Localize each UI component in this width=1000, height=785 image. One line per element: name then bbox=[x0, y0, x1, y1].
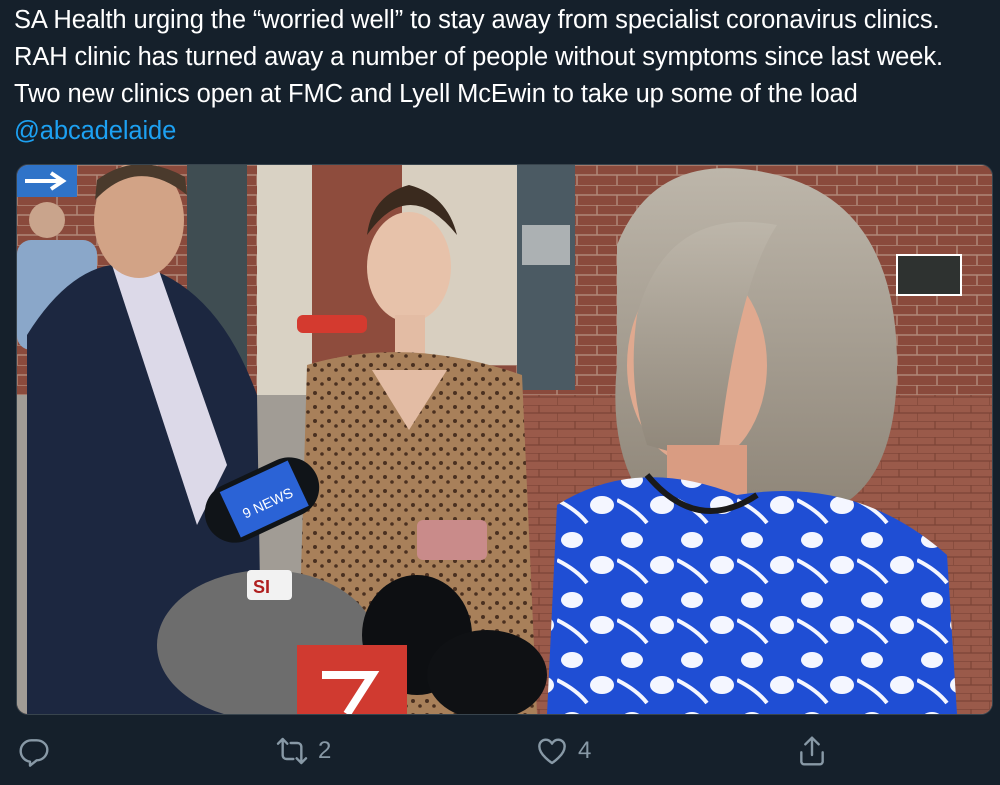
phone bbox=[417, 520, 487, 560]
reply-button[interactable] bbox=[18, 734, 50, 768]
pillar-left bbox=[257, 165, 312, 405]
like-count: 4 bbox=[578, 737, 592, 764]
like-button[interactable]: 4 bbox=[536, 734, 591, 768]
tweet-actions: 2 4 bbox=[0, 722, 1000, 782]
wall-sign bbox=[896, 254, 962, 296]
retweet-icon bbox=[276, 737, 308, 765]
tweet-body: SA Health urging the “worried well” to s… bbox=[14, 6, 943, 108]
woman-head bbox=[367, 212, 451, 322]
mic-sign: SI bbox=[253, 577, 270, 597]
reply-icon bbox=[19, 739, 49, 767]
press-conference-photo: 9 NEWS SI bbox=[17, 165, 992, 714]
retweet-count: 2 bbox=[318, 737, 332, 764]
retweet-button[interactable]: 2 bbox=[276, 734, 331, 768]
share-button[interactable] bbox=[796, 734, 828, 768]
tweet-photo[interactable]: 9 NEWS SI bbox=[16, 164, 993, 715]
tweet-text: SA Health urging the “worried well” to s… bbox=[14, 2, 986, 150]
window-right bbox=[517, 165, 575, 390]
mention-link[interactable]: @abcadelaide bbox=[14, 117, 176, 145]
share-icon bbox=[800, 736, 824, 766]
like-icon bbox=[538, 738, 566, 765]
